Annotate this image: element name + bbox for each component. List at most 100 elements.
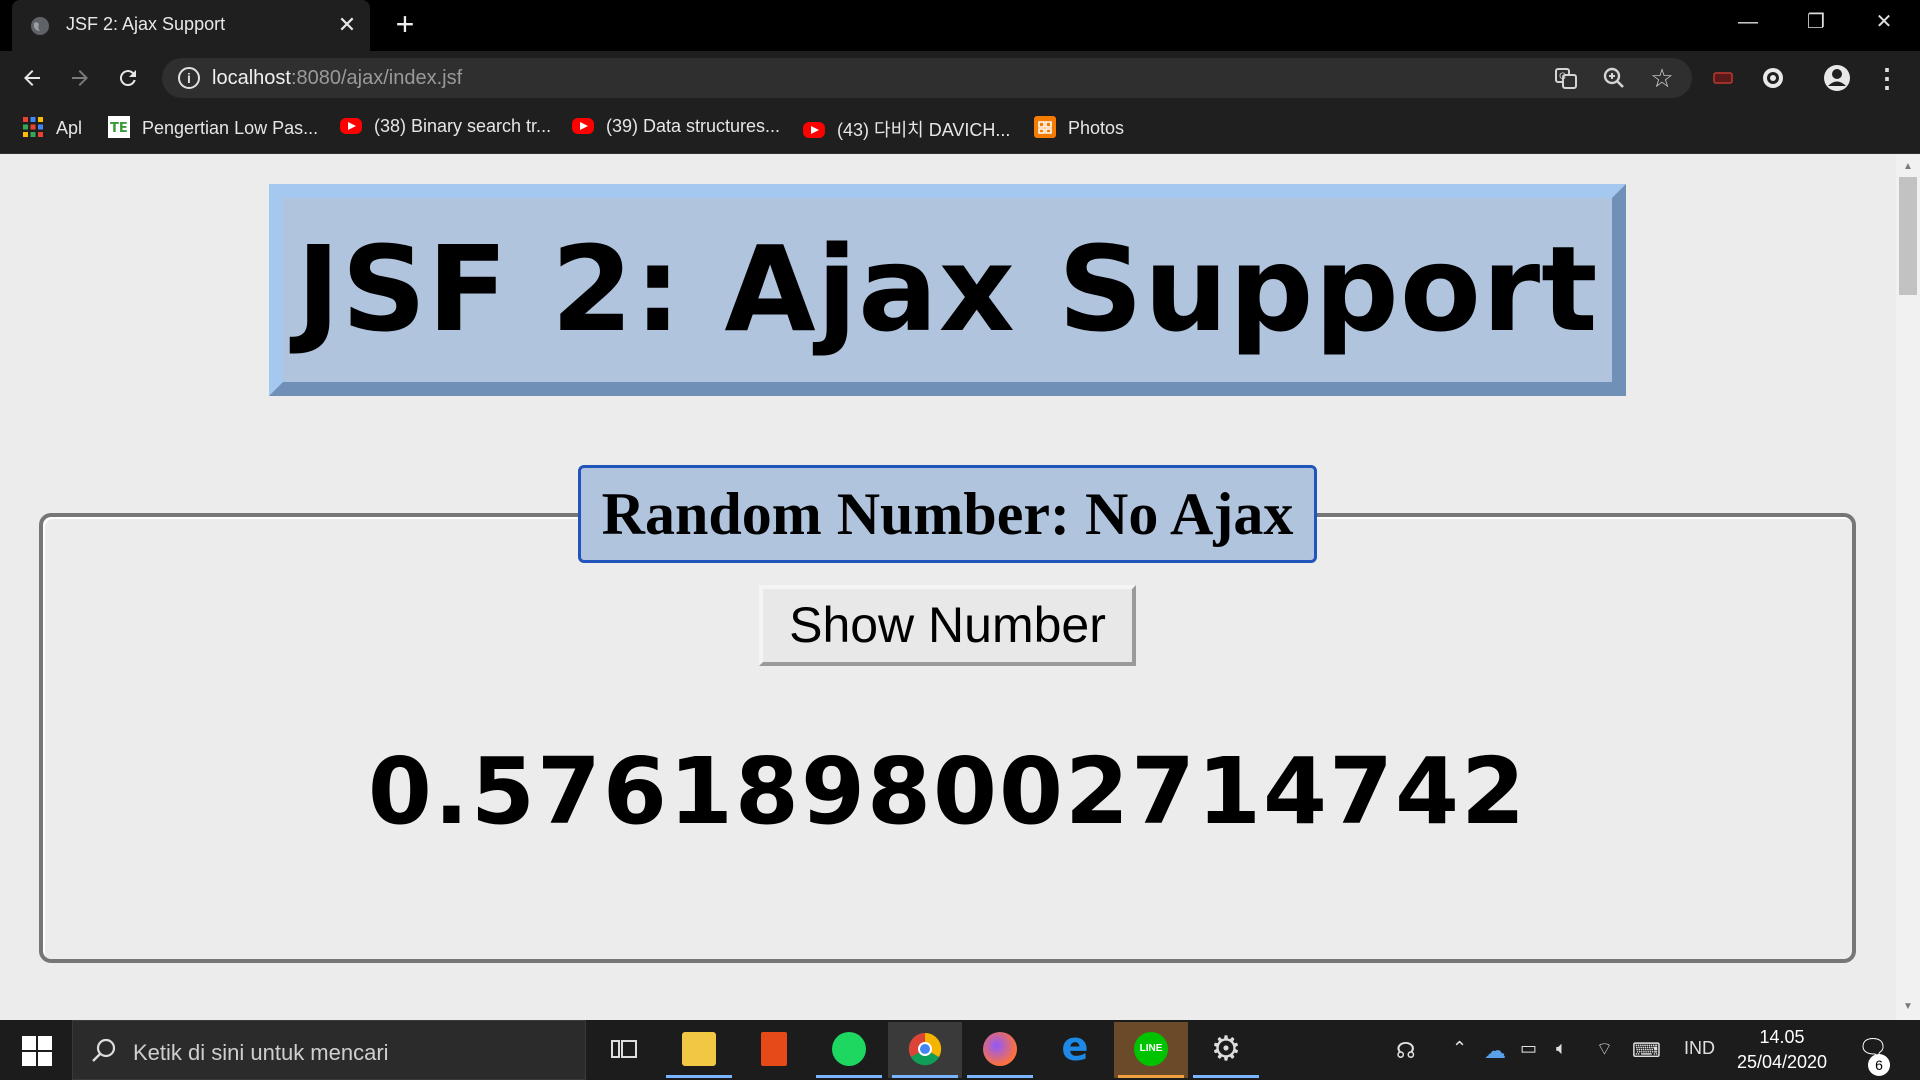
- windows-start-icon[interactable]: [14, 1034, 56, 1066]
- show-number-button[interactable]: Show Number: [759, 585, 1136, 666]
- youtube-icon: [803, 122, 825, 138]
- globe-icon: [31, 17, 49, 35]
- bookmark-star-icon[interactable]: ☆: [1648, 64, 1676, 92]
- taskbar-edge[interactable]: e: [1038, 1022, 1112, 1078]
- svg-text:G: G: [1559, 72, 1566, 82]
- zoom-icon[interactable]: [1600, 64, 1628, 92]
- translate-icon[interactable]: G: [1552, 64, 1580, 92]
- search-placeholder: Ketik di sini untuk mencari: [133, 1040, 389, 1065]
- forward-button[interactable]: [61, 59, 99, 97]
- task-view-icon: [611, 1040, 637, 1058]
- input-language[interactable]: IND: [1684, 1038, 1715, 1059]
- bookmark-label: (39) Data structures...: [606, 116, 781, 136]
- extension-icon[interactable]: [1706, 61, 1740, 95]
- chrome-icon: [908, 1032, 942, 1066]
- taskbar-office[interactable]: [737, 1022, 811, 1078]
- office-icon: [761, 1032, 787, 1066]
- taskbar-search-box[interactable]: Ketik di sini untuk mencari: [72, 1020, 586, 1080]
- extension-circle-icon[interactable]: [1756, 61, 1790, 95]
- bookmark-photos[interactable]: Photos: [1034, 116, 1124, 142]
- svg-text:TE: TE: [110, 121, 128, 136]
- page-viewport: JSF 2: Ajax Support Random Number: No Aj…: [0, 155, 1896, 1020]
- site-favicon: TE: [108, 116, 130, 138]
- page-title: JSF 2: Ajax Support: [296, 220, 1599, 358]
- bookmark-binary-search[interactable]: (38) Binary search tr...: [340, 116, 551, 142]
- running-indicator: [892, 1075, 958, 1078]
- clock-date: 25/04/2020: [1736, 1052, 1828, 1072]
- taskbar-settings-app[interactable]: ⚙: [1189, 1022, 1263, 1078]
- running-indicator: [666, 1075, 732, 1078]
- tab-close-icon[interactable]: ✕: [332, 10, 362, 40]
- running-indicator: [1193, 1075, 1259, 1078]
- bookmark-apps[interactable]: Apl: [22, 116, 82, 142]
- bookmark-label: Pengertian Low Pas...: [142, 118, 319, 138]
- scroll-thumb[interactable]: [1899, 177, 1917, 295]
- firefox-icon: [983, 1032, 1017, 1066]
- people-icon[interactable]: ☊: [1396, 1038, 1416, 1064]
- battery-icon[interactable]: ▭: [1520, 1038, 1537, 1059]
- address-bar[interactable]: i localhost:8080/ajax/index.jsf G ☆: [162, 58, 1692, 98]
- spotify-icon: [832, 1032, 866, 1066]
- restore-button[interactable]: ❐: [1782, 0, 1850, 44]
- back-arrow-icon: [24, 70, 40, 86]
- new-tab-button[interactable]: +: [388, 8, 422, 42]
- random-number-result: 0.5761898002714742: [367, 738, 1528, 845]
- site-info-icon[interactable]: i: [178, 67, 200, 89]
- youtube-icon: [340, 118, 362, 134]
- bookmark-davichi[interactable]: (43) 다비치 DAVICH...: [803, 116, 1010, 142]
- fieldset-legend: Random Number: No Ajax: [578, 465, 1317, 563]
- show-hidden-icons-icon[interactable]: ⌃: [1452, 1038, 1467, 1059]
- clock-time: 14.05: [1759, 1027, 1805, 1047]
- taskbar-clock[interactable]: 14.05 25/04/2020: [1732, 1025, 1832, 1075]
- keyboard-icon[interactable]: ⌨: [1632, 1038, 1661, 1063]
- running-indicator: [816, 1075, 882, 1078]
- back-button[interactable]: [13, 59, 51, 97]
- url-path: :8080/ajax/index.jsf: [290, 67, 463, 89]
- url-host: localhost: [212, 67, 291, 89]
- line-icon: LINE: [1134, 1032, 1168, 1066]
- vertical-scrollbar[interactable]: ▲ ▼: [1896, 155, 1920, 1020]
- url-text[interactable]: localhost:8080/ajax/index.jsf: [212, 67, 462, 90]
- browser-toolbar: i localhost:8080/ajax/index.jsf G ☆ ⋮: [0, 51, 1920, 104]
- edge-icon: e: [1061, 1024, 1089, 1070]
- tab-title: JSF 2: Ajax Support: [66, 14, 226, 34]
- bookmark-label: (43) 다비치 DAVICH...: [837, 120, 1011, 140]
- gear-icon: ⚙: [1210, 1030, 1242, 1068]
- taskbar-file-explorer[interactable]: [662, 1022, 736, 1078]
- folder-icon: [682, 1032, 716, 1066]
- close-window-button[interactable]: ✕: [1850, 0, 1918, 44]
- reload-button[interactable]: [109, 59, 147, 97]
- taskbar-firefox[interactable]: [963, 1022, 1037, 1078]
- bookmark-label: Apl: [56, 118, 83, 138]
- windows-taskbar: Ketik di sini untuk mencari e LINE ⚙ ☊ ⌃…: [0, 1020, 1920, 1080]
- menu-kebab-icon[interactable]: ⋮: [1870, 61, 1904, 95]
- search-icon: [92, 1038, 116, 1062]
- taskbar-chrome[interactable]: [888, 1022, 962, 1078]
- taskbar-spotify[interactable]: [812, 1022, 886, 1078]
- bookmark-low-pass[interactable]: TE Pengertian Low Pas...: [108, 116, 318, 142]
- running-indicator: [967, 1075, 1033, 1078]
- photos-icon: [1034, 116, 1056, 138]
- apps-grid-icon: [23, 117, 43, 137]
- wifi-icon[interactable]: ⌔: [1596, 1038, 1613, 1061]
- browser-tab[interactable]: JSF 2: Ajax Support ✕: [12, 0, 370, 51]
- running-indicator: [1118, 1075, 1184, 1078]
- reload-icon: [119, 70, 136, 87]
- page-title-banner: JSF 2: Ajax Support: [269, 184, 1626, 396]
- scroll-down-icon[interactable]: ▼: [1902, 1001, 1914, 1013]
- profile-icon[interactable]: [1820, 61, 1854, 95]
- bookmarks-bar: Apl TE Pengertian Low Pas... (38) Binary …: [0, 104, 1920, 154]
- taskbar-line[interactable]: LINE: [1114, 1022, 1188, 1078]
- tab-strip: JSF 2: Ajax Support ✕ + — ❐ ✕: [0, 0, 1920, 51]
- bookmark-label: (38) Binary search tr...: [374, 116, 552, 136]
- bookmark-label: Photos: [1068, 118, 1125, 138]
- youtube-icon: [572, 118, 594, 134]
- volume-icon[interactable]: 🔈︎: [1556, 1038, 1567, 1059]
- minimize-button[interactable]: —: [1714, 0, 1782, 44]
- notification-count-badge: 6: [1868, 1054, 1890, 1076]
- onedrive-icon[interactable]: ☁: [1484, 1038, 1506, 1064]
- task-view-button[interactable]: [587, 1022, 661, 1078]
- scroll-up-icon[interactable]: ▲: [1902, 161, 1914, 173]
- bookmark-data-structures[interactable]: (39) Data structures...: [572, 116, 780, 142]
- forward-arrow-icon: [72, 70, 88, 86]
